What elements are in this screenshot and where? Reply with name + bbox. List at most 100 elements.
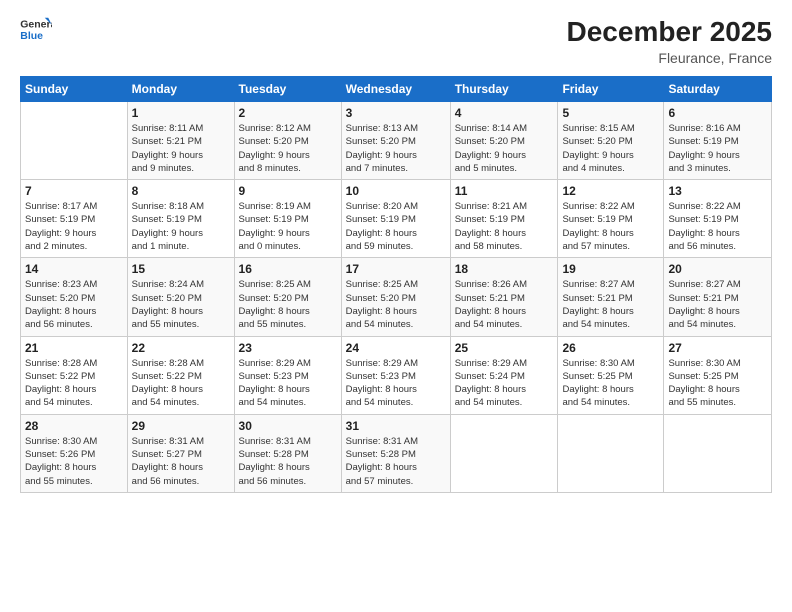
day-info: Sunrise: 8:14 AM Sunset: 5:20 PM Dayligh… <box>455 122 554 175</box>
day-info: Sunrise: 8:11 AM Sunset: 5:21 PM Dayligh… <box>132 122 230 175</box>
day-cell: 26Sunrise: 8:30 AM Sunset: 5:25 PM Dayli… <box>558 336 664 414</box>
title-block: December 2025 Fleurance, France <box>567 16 772 66</box>
day-cell: 11 Sunrise: 8:21 AM Sunset: 5:19 PM Dayli… <box>450 180 558 258</box>
day-cell: 21Sunrise: 8:28 AM Sunset: 5:22 PM Dayli… <box>21 336 128 414</box>
day-cell: 10Sunrise: 8:20 AM Sunset: 5:19 PM Dayli… <box>341 180 450 258</box>
day-cell: 17 Sunrise: 8:25 AM Sunset: 5:20 PM Dayli… <box>341 258 450 336</box>
day-info: Sunrise: 8:13 AM Sunset: 5:20 PM Dayligh… <box>346 122 446 175</box>
day-number: 4 <box>455 106 554 120</box>
day-info: Sunrise: 8:30 AM Sunset: 5:25 PM Dayligh… <box>562 357 659 410</box>
header: General Blue December 2025 Fleurance, Fr… <box>20 16 772 66</box>
day-info: Sunrise: 8:28 AM Sunset: 5:22 PM Dayligh… <box>25 357 123 410</box>
day-info: Sunrise: 8:26 AM Sunset: 5:21 PM Dayligh… <box>455 278 554 331</box>
day-number: 29 <box>132 419 230 433</box>
day-info: Sunrise: 8:24 AM Sunset: 5:20 PM Dayligh… <box>132 278 230 331</box>
day-cell: 12Sunrise: 8:22 AM Sunset: 5:19 PM Dayli… <box>558 180 664 258</box>
day-cell: 8Sunrise: 8:18 AM Sunset: 5:19 PM Daylig… <box>127 180 234 258</box>
day-cell: 6 Sunrise: 8:16 AM Sunset: 5:19 PM Daylig… <box>664 102 772 180</box>
day-number: 1 <box>132 106 230 120</box>
subtitle: Fleurance, France <box>567 50 772 66</box>
day-info: Sunrise: 8:15 AM Sunset: 5:20 PM Dayligh… <box>562 122 659 175</box>
day-cell: 22 Sunrise: 8:28 AM Sunset: 5:22 PM Dayli… <box>127 336 234 414</box>
logo-icon: General Blue <box>20 16 52 44</box>
week-row-2: 7 Sunrise: 8:17 AM Sunset: 5:19 PM Daylig… <box>21 180 772 258</box>
day-cell <box>664 414 772 492</box>
week-row-1: 1 Sunrise: 8:11 AM Sunset: 5:21 PM Daylig… <box>21 102 772 180</box>
header-saturday: Saturday <box>664 77 772 102</box>
day-number: 22 <box>132 341 230 355</box>
day-info: Sunrise: 8:25 AM Sunset: 5:20 PM Dayligh… <box>239 278 337 331</box>
day-number: 11 <box>455 184 554 198</box>
day-info: Sunrise: 8:12 AM Sunset: 5:20 PM Dayligh… <box>239 122 337 175</box>
day-cell: 31 Sunrise: 8:31 AM Sunset: 5:28 PM Dayli… <box>341 414 450 492</box>
day-number: 31 <box>346 419 446 433</box>
day-number: 20 <box>668 262 767 276</box>
header-monday: Monday <box>127 77 234 102</box>
day-cell: 16 Sunrise: 8:25 AM Sunset: 5:20 PM Dayli… <box>234 258 341 336</box>
day-cell: 25 Sunrise: 8:29 AM Sunset: 5:24 PM Dayli… <box>450 336 558 414</box>
day-cell: 14Sunrise: 8:23 AM Sunset: 5:20 PM Dayli… <box>21 258 128 336</box>
day-number: 27 <box>668 341 767 355</box>
day-info: Sunrise: 8:31 AM Sunset: 5:28 PM Dayligh… <box>346 435 446 488</box>
day-number: 30 <box>239 419 337 433</box>
day-info: Sunrise: 8:27 AM Sunset: 5:21 PM Dayligh… <box>562 278 659 331</box>
day-info: Sunrise: 8:17 AM Sunset: 5:19 PM Dayligh… <box>25 200 123 253</box>
main-title: December 2025 <box>567 16 772 48</box>
week-row-4: 21Sunrise: 8:28 AM Sunset: 5:22 PM Dayli… <box>21 336 772 414</box>
day-number: 5 <box>562 106 659 120</box>
day-number: 3 <box>346 106 446 120</box>
week-row-5: 28 Sunrise: 8:30 AM Sunset: 5:26 PM Dayli… <box>21 414 772 492</box>
day-cell: 4 Sunrise: 8:14 AM Sunset: 5:20 PM Daylig… <box>450 102 558 180</box>
day-number: 25 <box>455 341 554 355</box>
day-cell: 9Sunrise: 8:19 AM Sunset: 5:19 PM Daylig… <box>234 180 341 258</box>
day-info: Sunrise: 8:25 AM Sunset: 5:20 PM Dayligh… <box>346 278 446 331</box>
day-info: Sunrise: 8:30 AM Sunset: 5:26 PM Dayligh… <box>25 435 123 488</box>
day-cell: 29Sunrise: 8:31 AM Sunset: 5:27 PM Dayli… <box>127 414 234 492</box>
day-info: Sunrise: 8:16 AM Sunset: 5:19 PM Dayligh… <box>668 122 767 175</box>
day-cell: 13Sunrise: 8:22 AM Sunset: 5:19 PM Dayli… <box>664 180 772 258</box>
header-wednesday: Wednesday <box>341 77 450 102</box>
day-cell: 7 Sunrise: 8:17 AM Sunset: 5:19 PM Daylig… <box>21 180 128 258</box>
day-number: 16 <box>239 262 337 276</box>
day-cell: 30 Sunrise: 8:31 AM Sunset: 5:28 PM Dayli… <box>234 414 341 492</box>
day-number: 14 <box>25 262 123 276</box>
day-number: 7 <box>25 184 123 198</box>
day-cell: 23 Sunrise: 8:29 AM Sunset: 5:23 PM Dayli… <box>234 336 341 414</box>
logo: General Blue <box>20 16 52 44</box>
day-number: 15 <box>132 262 230 276</box>
week-row-3: 14Sunrise: 8:23 AM Sunset: 5:20 PM Dayli… <box>21 258 772 336</box>
day-info: Sunrise: 8:27 AM Sunset: 5:21 PM Dayligh… <box>668 278 767 331</box>
day-cell: 24Sunrise: 8:29 AM Sunset: 5:23 PM Dayli… <box>341 336 450 414</box>
header-sunday: Sunday <box>21 77 128 102</box>
header-tuesday: Tuesday <box>234 77 341 102</box>
day-number: 28 <box>25 419 123 433</box>
day-cell: 27Sunrise: 8:30 AM Sunset: 5:25 PM Dayli… <box>664 336 772 414</box>
day-number: 17 <box>346 262 446 276</box>
day-info: Sunrise: 8:22 AM Sunset: 5:19 PM Dayligh… <box>668 200 767 253</box>
svg-text:Blue: Blue <box>20 30 43 42</box>
day-cell: 28 Sunrise: 8:30 AM Sunset: 5:26 PM Dayli… <box>21 414 128 492</box>
day-cell <box>450 414 558 492</box>
day-cell <box>558 414 664 492</box>
day-cell: 18Sunrise: 8:26 AM Sunset: 5:21 PM Dayli… <box>450 258 558 336</box>
day-info: Sunrise: 8:31 AM Sunset: 5:28 PM Dayligh… <box>239 435 337 488</box>
day-cell: 5 Sunrise: 8:15 AM Sunset: 5:20 PM Daylig… <box>558 102 664 180</box>
day-cell: 3 Sunrise: 8:13 AM Sunset: 5:20 PM Daylig… <box>341 102 450 180</box>
day-info: Sunrise: 8:21 AM Sunset: 5:19 PM Dayligh… <box>455 200 554 253</box>
day-number: 19 <box>562 262 659 276</box>
calendar-page: General Blue December 2025 Fleurance, Fr… <box>0 0 792 612</box>
day-cell <box>21 102 128 180</box>
day-info: Sunrise: 8:29 AM Sunset: 5:23 PM Dayligh… <box>239 357 337 410</box>
day-info: Sunrise: 8:29 AM Sunset: 5:24 PM Dayligh… <box>455 357 554 410</box>
day-cell: 19 Sunrise: 8:27 AM Sunset: 5:21 PM Dayli… <box>558 258 664 336</box>
day-cell: 2 Sunrise: 8:12 AM Sunset: 5:20 PM Daylig… <box>234 102 341 180</box>
day-number: 24 <box>346 341 446 355</box>
day-number: 23 <box>239 341 337 355</box>
day-cell: 15 Sunrise: 8:24 AM Sunset: 5:20 PM Dayli… <box>127 258 234 336</box>
header-friday: Friday <box>558 77 664 102</box>
day-info: Sunrise: 8:28 AM Sunset: 5:22 PM Dayligh… <box>132 357 230 410</box>
day-number: 8 <box>132 184 230 198</box>
day-number: 2 <box>239 106 337 120</box>
day-cell: 20 Sunrise: 8:27 AM Sunset: 5:21 PM Dayli… <box>664 258 772 336</box>
day-number: 6 <box>668 106 767 120</box>
